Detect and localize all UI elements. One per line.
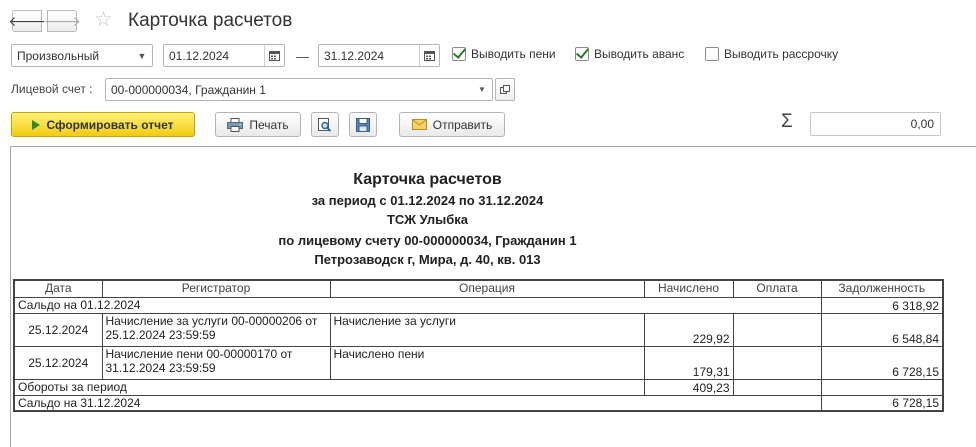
turnover-debt <box>820 378 944 396</box>
header-debt: Задолженность <box>820 279 944 298</box>
turnover-payment <box>732 378 822 396</box>
show-penalty-checkbox[interactable]: Выводить пени <box>452 47 556 61</box>
header-date: Дата <box>13 279 103 298</box>
generate-report-label: Сформировать отчет <box>46 117 174 132</box>
header-operation: Операция <box>329 279 645 298</box>
calendar-icon[interactable] <box>264 45 284 66</box>
header-payment: Оплата <box>732 279 822 298</box>
checkbox-checked-icon[interactable] <box>575 47 589 61</box>
report-period: за период с 01.12.2024 по 31.12.2024 <box>311 193 544 208</box>
opening-balance-debt: 6 318,92 <box>820 296 944 314</box>
row-debt: 6 728,15 <box>820 345 944 380</box>
row-registrar: Начисление пени 00-00000170 от 31.12.202… <box>101 345 331 380</box>
preview-magnifier-icon <box>318 117 332 132</box>
table-row: 25.12.2024 Начисление за услуги 00-00000… <box>13 312 944 347</box>
print-button[interactable]: Печать <box>215 112 301 137</box>
row-debt: 6 548,84 <box>820 312 944 347</box>
closing-balance-row: Сальдо на 31.12.2024 6 728,15 <box>13 394 944 412</box>
date-to-value: 31.12.2024 <box>324 48 385 63</box>
arrow-left-icon: 🡐 <box>8 12 46 29</box>
account-input[interactable]: 00-000000034, Гражданин 1 ▼ <box>105 78 493 101</box>
account-value: 00-000000034, Гражданин 1 <box>111 82 266 97</box>
forward-button[interactable]: 🡒 <box>43 10 81 32</box>
show-installment-checkbox[interactable]: Выводить рассрочку <box>705 47 838 61</box>
sum-field: 0,00 <box>810 112 941 136</box>
sum-sigma-icon: Σ <box>781 111 793 132</box>
date-to-input[interactable]: 31.12.2024 <box>318 44 440 67</box>
show-penalty-label: Выводить пени <box>471 47 556 61</box>
row-registrar: Начисление за услуги 00-00000206 от 25.1… <box>101 312 331 347</box>
preview-button[interactable] <box>311 112 339 137</box>
show-advance-checkbox[interactable]: Выводить аванс <box>575 47 684 61</box>
save-disk-icon <box>356 117 370 132</box>
row-operation: Начислено пени <box>329 345 645 380</box>
print-label: Печать <box>249 117 289 132</box>
open-form-icon <box>500 84 510 94</box>
calendar-icon[interactable] <box>419 45 439 66</box>
send-label: Отправить <box>432 117 493 132</box>
arrow-right-icon: 🡒 <box>43 12 81 29</box>
table-header-row: Дата Регистратор Операция Начислено Опла… <box>13 279 944 298</box>
report-account: по лицевому счету 00-000000034, Граждани… <box>278 233 577 248</box>
date-range-separator: — <box>296 49 309 64</box>
show-installment-label: Выводить рассрочку <box>724 47 839 61</box>
row-accrued: 229,92 <box>643 312 734 347</box>
opening-balance-label: Сальдо на 01.12.2024 <box>13 296 822 314</box>
account-label: Лицевой счет : <box>11 82 93 96</box>
back-button[interactable]: 🡐 <box>8 10 46 32</box>
printer-icon <box>227 117 244 132</box>
period-type-select[interactable]: Произвольный ▼ <box>11 44 153 67</box>
header-accrued: Начислено <box>643 279 734 298</box>
report-address: Петрозаводск г, Мира, д. 40, кв. 013 <box>314 252 541 267</box>
favorite-star-icon[interactable]: ☆ <box>94 8 113 32</box>
closing-balance-label: Сальдо на 31.12.2024 <box>13 394 822 412</box>
show-advance-label: Выводить аванс <box>594 47 685 61</box>
generate-report-button[interactable]: Сформировать отчет <box>11 112 195 137</box>
row-operation: Начисление за услуги <box>329 312 645 347</box>
date-from-value: 01.12.2024 <box>169 48 230 63</box>
report-table: Дата Регистратор Операция Начислено Опла… <box>13 279 944 412</box>
report-organization: ТСЖ Улыбка <box>386 212 469 227</box>
window-title: Карточка расчетов <box>128 10 293 31</box>
header-registrar: Регистратор <box>101 279 331 298</box>
dropdown-arrow-icon[interactable]: ▼ <box>472 79 492 100</box>
turnover-accrued: 409,23 <box>643 378 734 396</box>
play-icon <box>32 119 41 130</box>
report-title: Карточка расчетов <box>353 171 502 188</box>
date-from-input[interactable]: 01.12.2024 <box>163 44 285 67</box>
envelope-icon <box>411 119 427 130</box>
table-row: 25.12.2024 Начисление пени 00-00000170 о… <box>13 345 944 380</box>
opening-balance-row: Сальдо на 01.12.2024 6 318,92 <box>13 296 944 314</box>
row-payment <box>732 312 822 347</box>
turnover-label: Обороты за период <box>13 378 645 396</box>
dropdown-arrow-icon[interactable]: ▼ <box>132 45 152 66</box>
closing-balance-debt: 6 728,15 <box>820 394 944 412</box>
row-date: 25.12.2024 <box>13 345 103 380</box>
row-accrued: 179,31 <box>643 345 734 380</box>
open-account-button[interactable] <box>495 78 515 101</box>
checkbox-unchecked-icon[interactable] <box>705 47 719 61</box>
report-document: Карточка расчетов за период с 01.12.2024… <box>10 146 976 447</box>
period-type-value: Произвольный <box>17 48 100 63</box>
turnover-row: Обороты за период 409,23 <box>13 378 944 396</box>
send-button[interactable]: Отправить <box>399 112 505 137</box>
row-date: 25.12.2024 <box>13 312 103 347</box>
row-payment <box>732 345 822 380</box>
save-button[interactable] <box>349 112 377 137</box>
checkbox-checked-icon[interactable] <box>452 47 466 61</box>
